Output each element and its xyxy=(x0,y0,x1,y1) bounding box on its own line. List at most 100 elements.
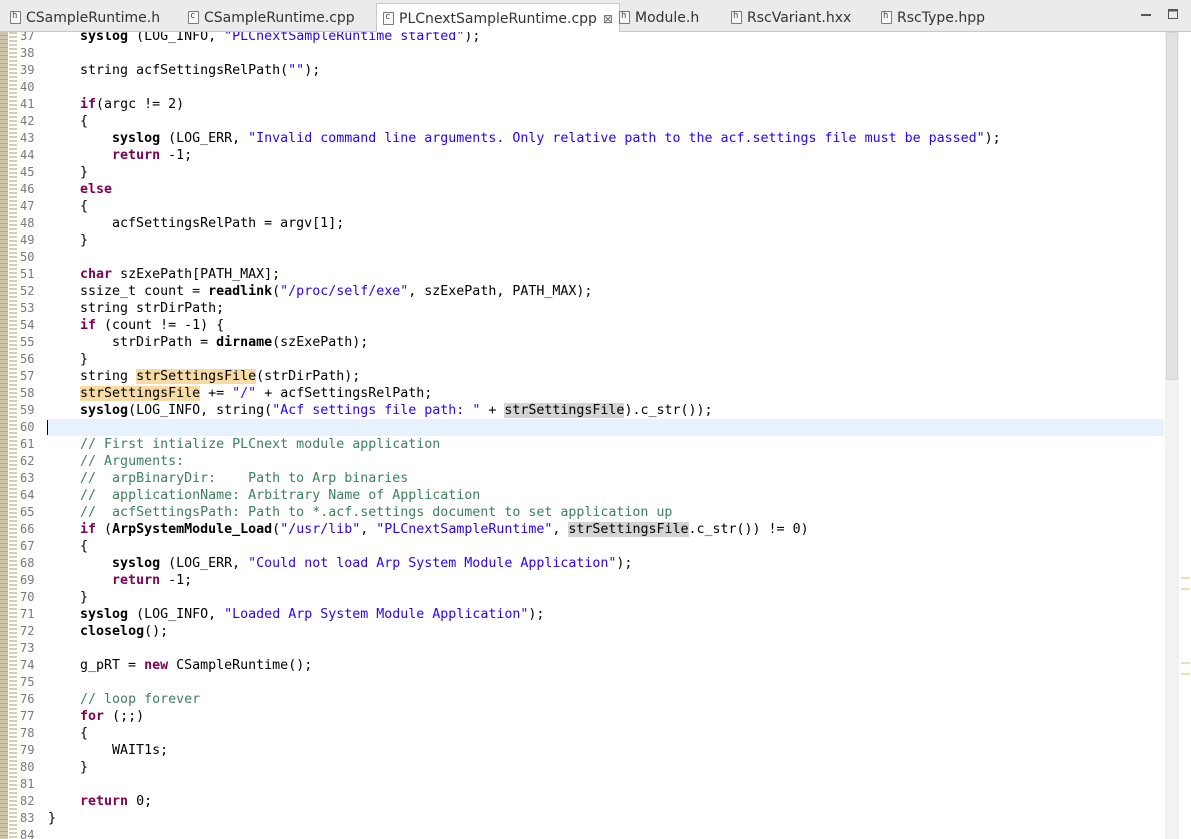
code-line-current[interactable]: ​ xyxy=(47,419,1164,436)
code-line[interactable]: strDirPath = dirname(szExePath); xyxy=(48,334,1164,351)
code-token: g_pRT = xyxy=(48,658,145,673)
code-line[interactable]: // loop forever xyxy=(48,691,1164,708)
code-line[interactable]: ​ xyxy=(48,45,1164,62)
code-line[interactable]: string acfSettingsRelPath(""); xyxy=(48,62,1164,79)
code-token: if xyxy=(80,522,97,537)
code-token: (LOG_INFO, xyxy=(128,607,225,622)
code-token: "/" xyxy=(232,386,257,401)
code-line[interactable]: { xyxy=(48,538,1164,555)
code-token: (LOG_INFO, string( xyxy=(128,403,273,418)
code-line[interactable]: return -1; xyxy=(48,147,1164,164)
code-token: strSettingsFile xyxy=(504,403,625,418)
code-token: // applicationName: Arbitrary Name of Ap… xyxy=(80,488,481,503)
code-line[interactable]: // Arguments: xyxy=(48,453,1164,470)
header-file-icon: h xyxy=(10,11,21,24)
code-token: (LOG_ERR, xyxy=(160,556,249,571)
code-line[interactable]: string strSettingsFile(strDirPath); xyxy=(48,368,1164,385)
line-number: 63 xyxy=(20,471,35,485)
code-line[interactable]: } xyxy=(48,232,1164,249)
code-line[interactable]: if(argc != 2) xyxy=(48,96,1164,113)
code-line[interactable]: syslog (LOG_INFO, "PLCnextSampleRuntime … xyxy=(48,32,1164,45)
tab-rscvariant-hxx[interactable]: h RscVariant.hxx xyxy=(731,4,851,31)
code-line[interactable]: } xyxy=(48,351,1164,368)
minimize-icon[interactable] xyxy=(1140,8,1152,20)
code-line[interactable]: return -1; xyxy=(48,572,1164,589)
code-line[interactable]: else xyxy=(48,181,1164,198)
code-token: if xyxy=(80,318,97,333)
code-token: char xyxy=(80,267,113,282)
code-line[interactable]: // acfSettingsPath: Path to *.acf.settin… xyxy=(48,504,1164,521)
code-token: syslog xyxy=(80,32,129,44)
overview-occurrence-mark[interactable] xyxy=(1181,577,1190,579)
code-line[interactable]: // First intialize PLCnext module applic… xyxy=(48,436,1164,453)
line-number: 66 xyxy=(20,522,35,536)
code-token: strDirPath = xyxy=(48,335,217,350)
code-token: "Loaded Arp System Module Application" xyxy=(224,607,529,622)
line-number: 52 xyxy=(20,284,35,298)
code-line[interactable]: syslog (LOG_ERR, "Invalid command line a… xyxy=(48,130,1164,147)
code-line[interactable]: char szExePath[PATH_MAX]; xyxy=(48,266,1164,283)
code-line[interactable]: ​ xyxy=(48,827,1164,839)
line-number: 42 xyxy=(20,114,35,128)
code-line[interactable]: ​ xyxy=(48,674,1164,691)
line-number: 77 xyxy=(20,709,35,723)
code-line[interactable]: return 0; xyxy=(48,793,1164,810)
line-number: 48 xyxy=(20,216,35,230)
code-line[interactable]: g_pRT = new CSampleRuntime(); xyxy=(48,657,1164,674)
vertical-scrollbar-thumb[interactable] xyxy=(1166,32,1178,380)
code-line[interactable]: if (count != -1) { xyxy=(48,317,1164,334)
code-line[interactable]: closelog(); xyxy=(48,623,1164,640)
line-number: 74 xyxy=(20,658,35,672)
tab-rsctype-hpp[interactable]: h RscType.hpp xyxy=(881,4,985,31)
code-line[interactable]: } xyxy=(48,759,1164,776)
code-line[interactable]: strSettingsFile += "/" + acfSettingsRelP… xyxy=(48,385,1164,402)
code-line[interactable]: syslog(LOG_INFO, string("Acf settings fi… xyxy=(48,402,1164,419)
code-line[interactable]: { xyxy=(48,113,1164,130)
line-number: 47 xyxy=(20,199,35,213)
code-editor[interactable]: 37 38 39 40 41 42 43 44 45 46 47 48 49 50 51 52 53 54 55 56… xyxy=(0,32,1191,839)
cpp-file-icon: c xyxy=(383,12,394,25)
code-token: return xyxy=(112,148,161,163)
code-line[interactable]: WAIT1s; xyxy=(48,742,1164,759)
code-line[interactable]: if (ArpSystemModule_Load("/usr/lib", "PL… xyxy=(48,521,1164,538)
code-line[interactable]: { xyxy=(48,198,1164,215)
code-line[interactable]: ​ xyxy=(48,79,1164,96)
code-line[interactable]: } xyxy=(48,589,1164,606)
code-line[interactable]: acfSettingsRelPath = argv[1]; xyxy=(48,215,1164,232)
tab-csampleruntime-h[interactable]: h CSampleRuntime.h xyxy=(10,4,160,31)
line-number: 71 xyxy=(20,607,35,621)
code-token: -1; xyxy=(160,148,193,163)
close-tab-icon[interactable]: ⊠ xyxy=(603,12,613,26)
code-token: } xyxy=(48,233,89,248)
code-line[interactable]: { xyxy=(48,725,1164,742)
code-token: "PLCnextSampleRuntime" xyxy=(376,522,553,537)
tab-module-h[interactable]: h Module.h xyxy=(619,4,699,31)
code-line[interactable]: } xyxy=(48,810,1164,827)
overview-occurrence-mark[interactable] xyxy=(1181,673,1190,675)
code-line[interactable]: } xyxy=(48,164,1164,181)
text-caret xyxy=(47,419,48,435)
line-number: 53 xyxy=(20,301,35,315)
code-token: ); xyxy=(304,63,321,78)
code-line[interactable]: ​ xyxy=(48,776,1164,793)
code-line[interactable]: syslog (LOG_INFO, "Loaded Arp System Mod… xyxy=(48,606,1164,623)
overview-occurrence-mark[interactable] xyxy=(1181,588,1190,590)
code-line[interactable]: ​ xyxy=(48,249,1164,266)
code-text-area[interactable]: syslog (LOG_INFO, "PLCnextSampleRuntime … xyxy=(47,32,1164,839)
line-number: 68 xyxy=(20,556,35,570)
code-token: ArpSystemModule_Load xyxy=(112,522,273,537)
code-line[interactable]: for (;;) xyxy=(48,708,1164,725)
code-line[interactable]: string strDirPath; xyxy=(48,300,1164,317)
tab-csampleruntime-cpp[interactable]: c CSampleRuntime.cpp xyxy=(188,4,355,31)
code-line[interactable]: ​ xyxy=(48,640,1164,657)
code-line[interactable]: syslog (LOG_ERR, "Could not load Arp Sys… xyxy=(48,555,1164,572)
code-line[interactable]: // arpBinaryDir: Path to Arp binaries xyxy=(48,470,1164,487)
overview-occurrence-mark[interactable] xyxy=(1181,662,1190,664)
code-token: ssize_t count = xyxy=(48,284,209,299)
maximize-icon[interactable] xyxy=(1167,8,1179,20)
code-line[interactable]: // applicationName: Arbitrary Name of Ap… xyxy=(48,487,1164,504)
tab-plcnextsampleruntime-cpp[interactable]: c PLCnextSampleRuntime.cpp ⊠ xyxy=(376,3,620,33)
code-line[interactable]: ssize_t count = readlink("/proc/self/exe… xyxy=(48,283,1164,300)
